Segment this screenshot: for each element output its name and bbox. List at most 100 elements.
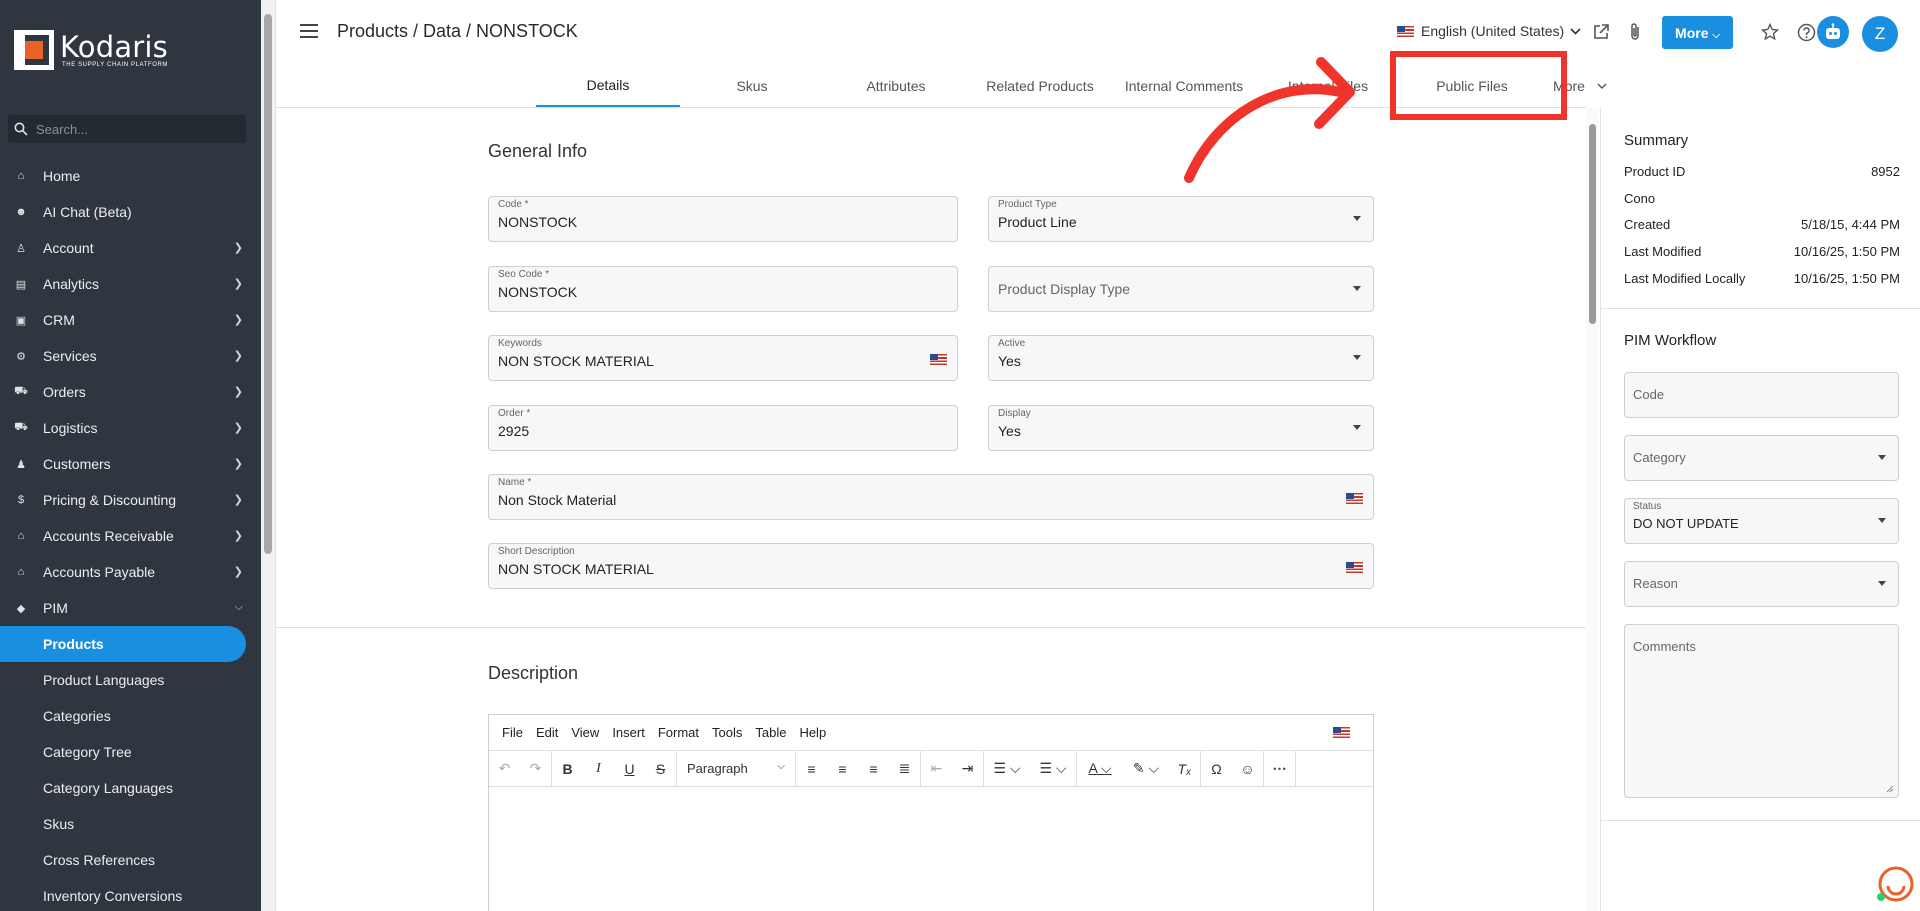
align-left-icon[interactable]: ≡ — [796, 761, 827, 777]
hamburger-menu-icon[interactable] — [300, 24, 318, 38]
main-scroll-thumb[interactable] — [1589, 124, 1596, 324]
sidebar-item-crm[interactable]: ▣ CRM ❯ — [0, 302, 261, 338]
sidebar-subitem-inventory-conversions[interactable]: Inventory Conversions — [0, 878, 261, 911]
seo-code-field[interactable]: Seo Code * NONSTOCK — [488, 266, 958, 312]
main-scrollbar[interactable] — [1586, 108, 1599, 911]
workflow-status-select[interactable]: Status DO NOT UPDATE — [1624, 498, 1899, 544]
star-icon[interactable] — [1758, 20, 1782, 44]
sidebar-item-services[interactable]: ⚙ Services ❯ — [0, 338, 261, 374]
order-field[interactable]: Order * 2925 — [488, 405, 958, 451]
indent-icon[interactable]: ⇥ — [952, 760, 983, 777]
strikethrough-icon[interactable]: S — [645, 761, 676, 777]
chevron-right-icon: ❯ — [233, 494, 243, 506]
sidebar-item-account[interactable]: ♙ Account ❯ — [0, 230, 261, 266]
open-external-icon[interactable] — [1589, 20, 1613, 44]
more-options-icon[interactable]: ⋯ — [1264, 760, 1295, 777]
sidebar-search-input[interactable] — [36, 121, 226, 137]
sidebar-subitem-products[interactable]: Products — [0, 626, 246, 662]
highlight-color-icon[interactable]: ✎ ⌵ — [1123, 760, 1169, 777]
us-flag-icon[interactable] — [1346, 493, 1363, 504]
sidebar-scrollbar[interactable] — [261, 0, 276, 911]
sidebar-item-home[interactable]: ⌂ Home — [0, 158, 261, 194]
sidebar-item-orders[interactable]: ⛟ Orders ❯ — [0, 374, 261, 410]
align-center-icon[interactable]: ≡ — [827, 761, 858, 777]
sidebar-item-analytics[interactable]: ▤ Analytics ❯ — [0, 266, 261, 302]
kodaris-logo[interactable]: Kodaris THE SUPPLY CHAIN PLATFORM — [14, 30, 168, 70]
dropdown-caret-icon — [1353, 355, 1361, 360]
help-icon[interactable] — [1794, 20, 1818, 44]
text-color-icon[interactable]: A ⌵ — [1077, 760, 1123, 777]
pim-workflow-title: PIM Workflow — [1624, 332, 1717, 349]
editor-menu-help[interactable]: Help — [799, 725, 826, 740]
more-actions-button[interactable]: More ⌵ — [1662, 16, 1733, 49]
sidebar-subitem-category-tree[interactable]: Category Tree — [0, 734, 261, 770]
language-selector[interactable]: English (United States) — [1397, 23, 1581, 39]
dropdown-caret-icon — [1878, 581, 1886, 586]
sidebar-item-pim[interactable]: ◆ PIM ⌵ — [0, 590, 261, 626]
product-type-select[interactable]: Product Type Product Line — [988, 196, 1374, 242]
ai-assistant-robot-icon[interactable] — [1817, 16, 1849, 48]
active-select[interactable]: Active Yes — [988, 335, 1374, 381]
us-flag-icon[interactable] — [1333, 727, 1350, 738]
bullet-list-icon[interactable]: ☰ ⌵ — [1030, 760, 1076, 777]
workflow-code-input[interactable]: Code — [1624, 372, 1899, 418]
resize-handle-icon[interactable] — [1886, 785, 1894, 793]
special-character-icon[interactable]: Ω — [1201, 761, 1232, 777]
paperclip-icon[interactable] — [1623, 20, 1647, 44]
emoji-icon[interactable]: ☺ — [1232, 761, 1263, 777]
sidebar-scroll-thumb[interactable] — [264, 14, 272, 554]
sidebar-subitem-product-languages[interactable]: Product Languages — [0, 662, 261, 698]
editor-menu-format[interactable]: Format — [658, 725, 699, 740]
chat-support-icon[interactable] — [1874, 864, 1914, 904]
block-format-select[interactable]: Paragraph ⌵ — [677, 761, 795, 776]
user-avatar[interactable]: Z — [1862, 16, 1898, 52]
editor-menu-table[interactable]: Table — [755, 725, 786, 740]
keywords-field[interactable]: Keywords NON STOCK MATERIAL — [488, 335, 958, 381]
undo-icon[interactable]: ↶ — [489, 760, 520, 777]
bold-icon[interactable]: B — [552, 761, 583, 777]
short-description-field[interactable]: Short Description NON STOCK MATERIAL — [488, 543, 1374, 589]
name-field[interactable]: Name * Non Stock Material — [488, 474, 1374, 520]
workflow-comments-textarea[interactable]: Comments — [1624, 624, 1899, 798]
sidebar-item-logistics[interactable]: ⛟ Logistics ❯ — [0, 410, 261, 446]
sidebar-item-accounts-receivable[interactable]: ⌂ Accounts Receivable ❯ — [0, 518, 261, 554]
clear-formatting-icon[interactable]: Tₓ — [1169, 761, 1200, 777]
dropdown-caret-icon — [1353, 286, 1361, 291]
tab-attributes[interactable]: Attributes — [824, 64, 968, 107]
sidebar-subitem-category-languages[interactable]: Category Languages — [0, 770, 261, 806]
tab-details[interactable]: Details — [536, 64, 680, 107]
highlight-box-annotation — [1390, 51, 1567, 120]
sidebar-item-pricing[interactable]: $ Pricing & Discounting ❯ — [0, 482, 261, 518]
sidebar-subitem-cross-references[interactable]: Cross References — [0, 842, 261, 878]
sidebar-subitem-skus[interactable]: Skus — [0, 806, 261, 842]
tab-related-products[interactable]: Related Products — [968, 64, 1112, 107]
code-field[interactable]: Code * NONSTOCK — [488, 196, 958, 242]
us-flag-icon[interactable] — [930, 354, 947, 365]
editor-menu-tools[interactable]: Tools — [712, 725, 742, 740]
outdent-icon[interactable]: ⇤ — [921, 760, 952, 777]
display-select[interactable]: Display Yes — [988, 405, 1374, 451]
sidebar-item-customers[interactable]: ♟ Customers ❯ — [0, 446, 261, 482]
editor-menu-view[interactable]: View — [571, 725, 599, 740]
editor-menu-file[interactable]: File — [502, 725, 523, 740]
align-justify-icon[interactable]: ≣ — [889, 760, 920, 777]
editor-menu-insert[interactable]: Insert — [612, 725, 645, 740]
us-flag-icon[interactable] — [1346, 562, 1363, 573]
sidebar-subitem-categories[interactable]: Categories — [0, 698, 261, 734]
sidebar-item-accounts-payable[interactable]: ⌂ Accounts Payable ❯ — [0, 554, 261, 590]
rich-text-editor[interactable]: File Edit View Insert Format Tools Table… — [488, 714, 1374, 911]
workflow-category-select[interactable]: Category — [1624, 435, 1899, 481]
product-display-type-select[interactable]: Product Display Type — [988, 266, 1374, 312]
underline-icon[interactable]: U — [614, 761, 645, 777]
language-label: English (United States) — [1421, 23, 1565, 39]
editor-menu-edit[interactable]: Edit — [536, 725, 558, 740]
align-right-icon[interactable]: ≡ — [858, 761, 889, 777]
redo-icon[interactable]: ↷ — [520, 760, 551, 777]
italic-icon[interactable]: I — [583, 761, 614, 777]
numbered-list-icon[interactable]: ☰ ⌵ — [984, 760, 1030, 777]
sidebar-item-ai-chat[interactable]: ☻ AI Chat (Beta) — [0, 194, 261, 230]
chevron-right-icon: ❯ — [233, 278, 243, 290]
tab-skus[interactable]: Skus — [680, 64, 824, 107]
workflow-reason-select[interactable]: Reason — [1624, 561, 1899, 607]
summary-row: Product ID 8952 — [1624, 164, 1900, 179]
